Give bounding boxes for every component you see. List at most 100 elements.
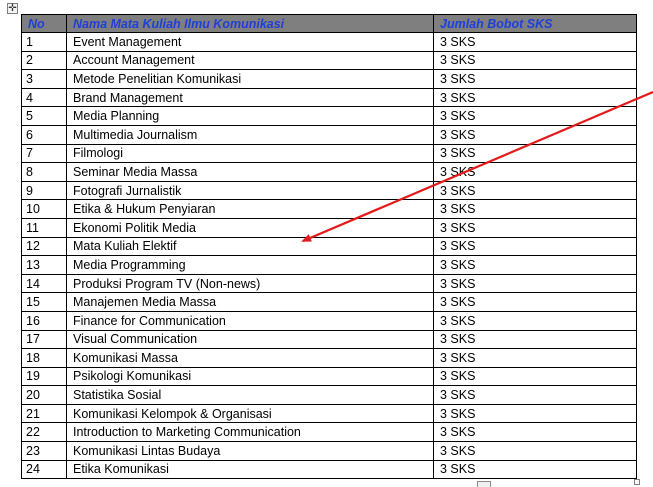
cell-sks: 3 SKS [433, 236, 637, 257]
course-table: No Nama Mata Kuliah Ilmu Komunikasi Juml… [21, 14, 637, 480]
cell-no: 16 [21, 310, 67, 331]
cell-course-name: Ekonomi Politik Media [66, 217, 434, 238]
table-row: 24 Etika Komunikasi 3 SKS [21, 459, 637, 480]
cell-course-name: Komunikasi Lintas Budaya [66, 441, 434, 461]
cell-sks: 3 SKS [433, 385, 637, 405]
cell-sks: 3 SKS [433, 199, 637, 219]
cell-course-name: Psikologi Komunikasi [66, 366, 434, 387]
cell-sks: 3 SKS [433, 32, 637, 52]
header-course-name: Nama Mata Kuliah Ilmu Komunikasi [66, 14, 434, 33]
cell-no: 15 [21, 292, 67, 312]
cell-sks: 3 SKS [433, 87, 637, 108]
cell-no: 11 [21, 217, 67, 238]
document-page: ✛ No Nama Mata Kuliah Ilmu Komunikasi Ju… [0, 0, 653, 487]
cell-no: 23 [21, 441, 67, 461]
header-no: No [21, 14, 67, 33]
table-row: 2 Account Management 3 SKS [21, 50, 637, 71]
cell-no: 8 [21, 162, 67, 182]
cell-no: 22 [21, 422, 67, 443]
table-row: 14 Produksi Program TV (Non-news) 3 SKS [21, 273, 637, 294]
cell-sks: 3 SKS [433, 255, 637, 275]
cell-no: 2 [21, 50, 67, 71]
cell-sks: 3 SKS [433, 403, 637, 424]
cell-sks: 3 SKS [433, 292, 637, 312]
cell-no: 20 [21, 385, 67, 405]
cell-no: 18 [21, 348, 67, 368]
table-header-row: No Nama Mata Kuliah Ilmu Komunikasi Juml… [21, 14, 637, 33]
cell-course-name: Account Management [66, 50, 434, 71]
table-row: 6 Multimedia Journalism 3 SKS [21, 124, 637, 145]
table-row: 16 Finance for Communication 3 SKS [21, 310, 637, 331]
cell-no: 6 [21, 124, 67, 145]
cell-no: 19 [21, 366, 67, 387]
cell-sks: 3 SKS [433, 422, 637, 443]
cell-course-name: Finance for Communication [66, 310, 434, 331]
cell-course-name: Statistika Sosial [66, 385, 434, 405]
cell-sks: 3 SKS [433, 217, 637, 238]
cell-sks: 3 SKS [433, 441, 637, 461]
table-row: 13 Media Programming 3 SKS [21, 255, 637, 275]
table-row: 3 Metode Penelitian Komunikasi 3 SKS [21, 69, 637, 89]
cell-sks: 3 SKS [433, 50, 637, 71]
cell-no: 17 [21, 329, 67, 350]
cell-no: 24 [21, 459, 67, 480]
cell-sks: 3 SKS [433, 329, 637, 350]
cell-no: 5 [21, 106, 67, 126]
cell-no: 10 [21, 199, 67, 219]
cell-no: 1 [21, 32, 67, 52]
cell-sks: 3 SKS [433, 162, 637, 182]
cell-course-name: Introduction to Marketing Communication [66, 422, 434, 443]
cell-course-name: Manajemen Media Massa [66, 292, 434, 312]
cell-no: 9 [21, 180, 67, 201]
table-row: 10 Etika & Hukum Penyiaran 3 SKS [21, 199, 637, 219]
cell-course-name: Brand Management [66, 87, 434, 108]
table-row: 22 Introduction to Marketing Communicatio… [21, 422, 637, 443]
table-row: 21 Komunikasi Kelompok & Organisasi 3 SKS [21, 403, 637, 424]
cell-sks: 3 SKS [433, 273, 637, 294]
cell-no: 21 [21, 403, 67, 424]
table-row: 19 Psikologi Komunikasi 3 SKS [21, 366, 637, 387]
cell-sks: 3 SKS [433, 69, 637, 89]
table-row: 20 Statistika Sosial 3 SKS [21, 385, 637, 405]
cell-sks: 3 SKS [433, 106, 637, 126]
table-row: 4 Brand Management 3 SKS [21, 87, 637, 108]
table-row: 15 Manajemen Media Massa 3 SKS [21, 292, 637, 312]
table-row: 12 Mata Kuliah Elektif 3 SKS [21, 236, 637, 257]
cell-course-name: Komunikasi Kelompok & Organisasi [66, 403, 434, 424]
cell-sks: 3 SKS [433, 143, 637, 164]
table-row: 5 Media Planning 3 SKS [21, 106, 637, 126]
header-sks: Jumlah Bobot SKS [433, 14, 637, 33]
cell-no: 14 [21, 273, 67, 294]
cell-sks: 3 SKS [433, 348, 637, 368]
cell-no: 3 [21, 69, 67, 89]
cell-no: 12 [21, 236, 67, 257]
cell-course-name: Etika Komunikasi [66, 459, 434, 480]
cell-sks: 3 SKS [433, 180, 637, 201]
cell-course-name: Komunikasi Massa [66, 348, 434, 368]
cell-sks: 3 SKS [433, 459, 637, 480]
cell-course-name: Mata Kuliah Elektif [66, 236, 434, 257]
cell-sks: 3 SKS [433, 366, 637, 387]
cell-course-name: Visual Communication [66, 329, 434, 350]
table-row: 8 Seminar Media Massa 3 SKS [21, 162, 637, 182]
cell-course-name: Media Programming [66, 255, 434, 275]
cell-no: 4 [21, 87, 67, 108]
cell-course-name: Seminar Media Massa [66, 162, 434, 182]
table-row: 9 Fotografi Jurnalistik 3 SKS [21, 180, 637, 201]
cell-course-name: Multimedia Journalism [66, 124, 434, 145]
table-row: 7 Filmologi 3 SKS [21, 143, 637, 164]
cell-sks: 3 SKS [433, 310, 637, 331]
cell-course-name: Metode Penelitian Komunikasi [66, 69, 434, 89]
table-row: 23 Komunikasi Lintas Budaya 3 SKS [21, 441, 637, 461]
cell-course-name: Produksi Program TV (Non-news) [66, 273, 434, 294]
cell-course-name: Media Planning [66, 106, 434, 126]
table-row: 17 Visual Communication 3 SKS [21, 329, 637, 350]
cell-sks: 3 SKS [433, 124, 637, 145]
table-row: 11 Ekonomi Politik Media 3 SKS [21, 217, 637, 238]
cell-course-name: Fotografi Jurnalistik [66, 180, 434, 201]
paste-options-icon[interactable] [477, 481, 491, 487]
cell-course-name: Filmologi [66, 143, 434, 164]
table-row: 1 Event Management 3 SKS [21, 32, 637, 52]
table-move-handle-icon[interactable]: ✛ [7, 3, 18, 14]
table-resize-handle[interactable] [634, 479, 640, 485]
